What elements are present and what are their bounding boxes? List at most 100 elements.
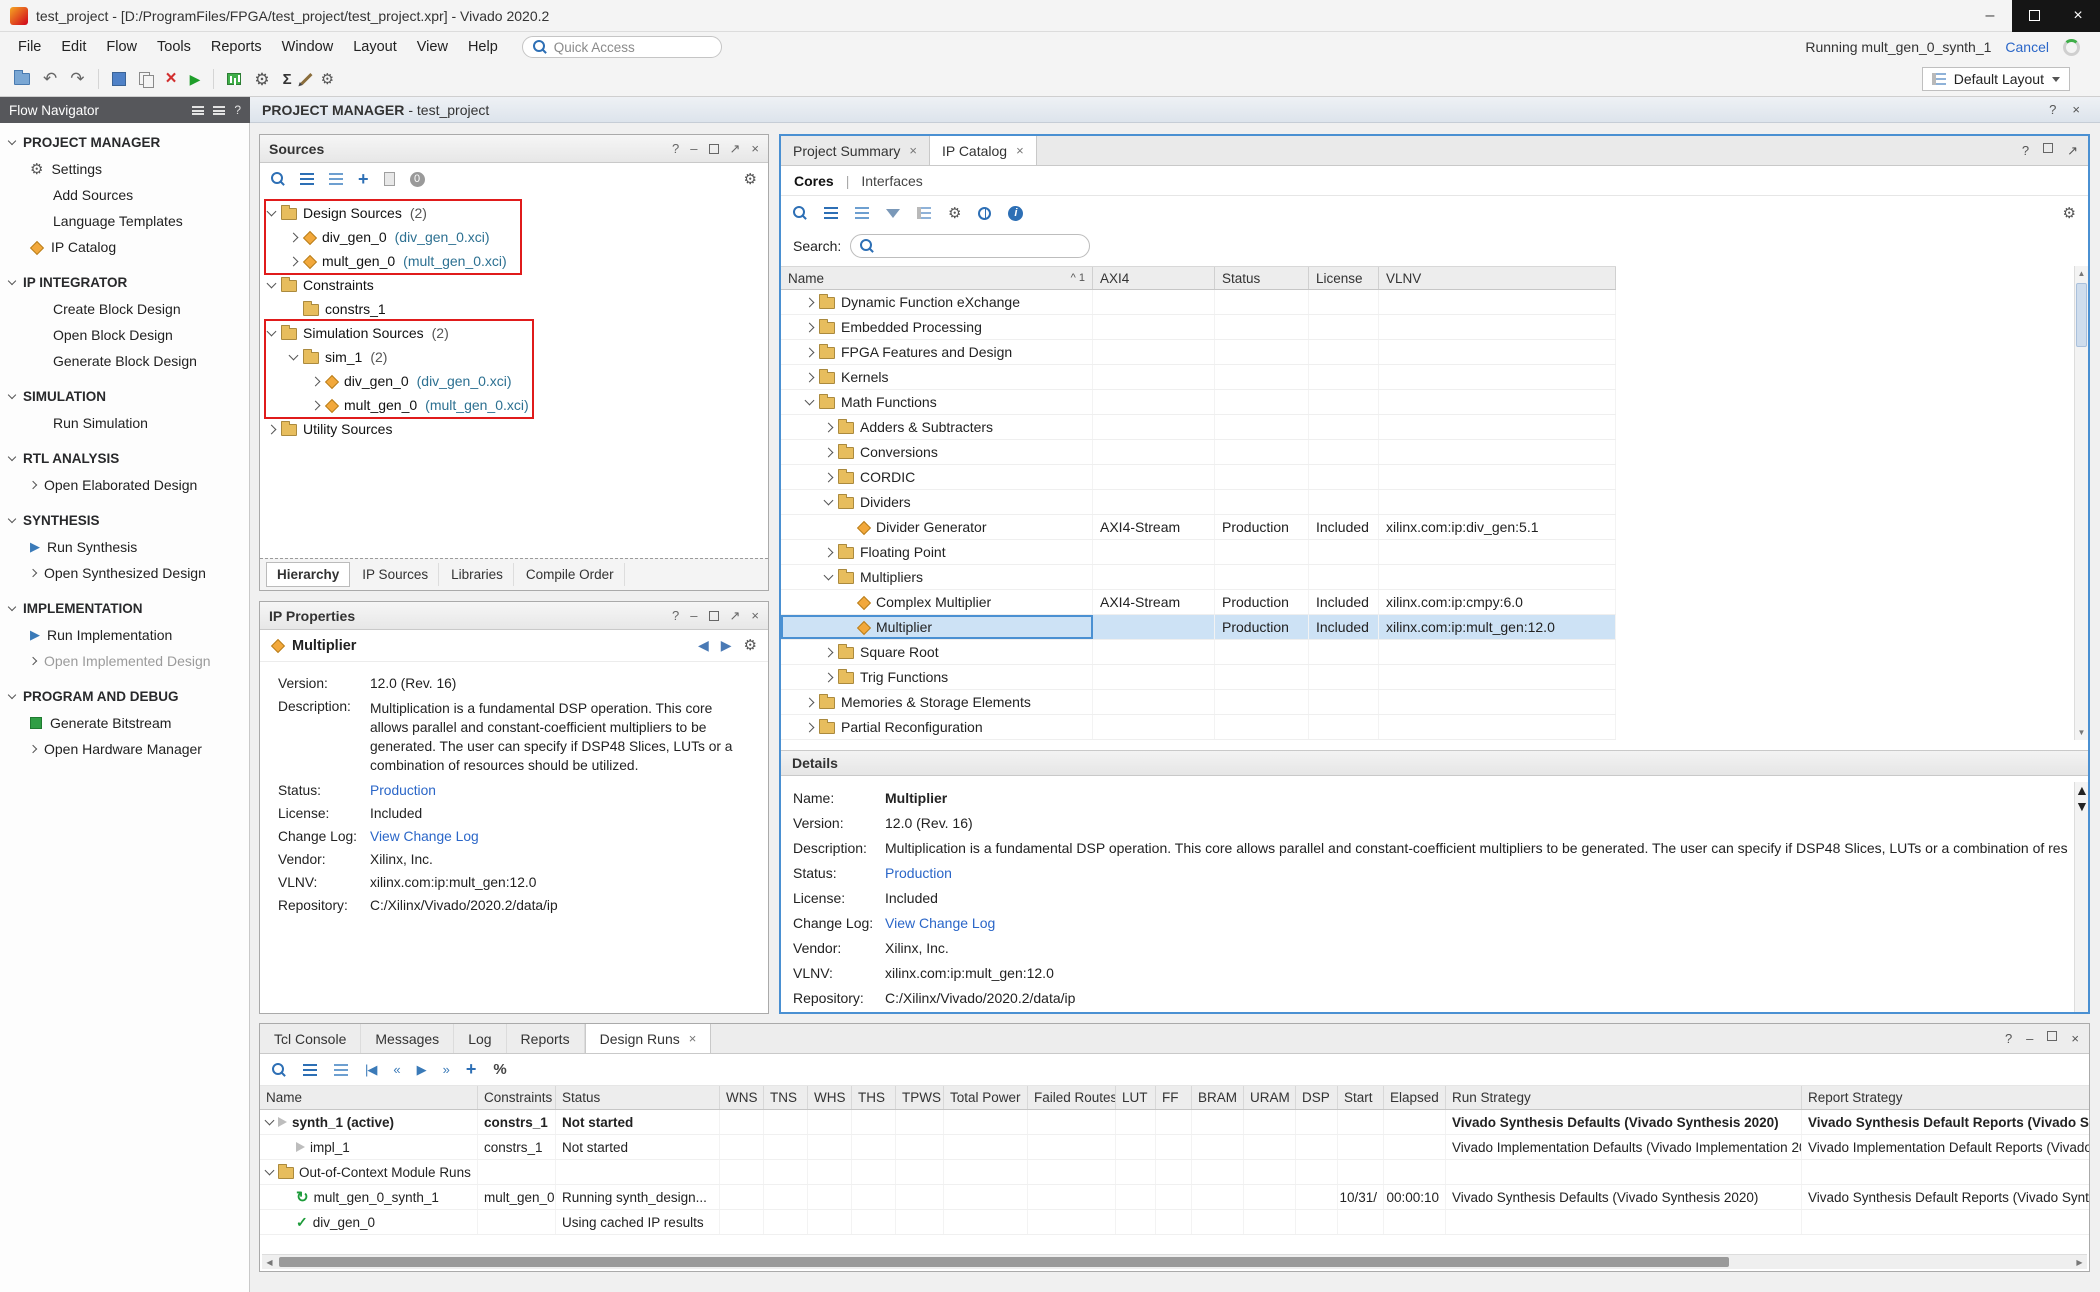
sum-icon[interactable]: Σ — [283, 71, 292, 88]
goto-start-icon[interactable]: |◀ — [365, 1062, 376, 1078]
catalog-row-dividers[interactable]: Dividers — [781, 490, 1616, 515]
chevron-down-icon[interactable] — [805, 396, 815, 406]
add-icon[interactable]: + — [358, 169, 369, 190]
nav-section-program-and-debug[interactable]: PROGRAM AND DEBUG — [0, 683, 249, 710]
run-row-div-gen-0[interactable]: ✓div_gen_0Using cached IP results — [260, 1210, 2089, 1235]
nav-item-open-implemented-design[interactable]: Open Implemented Design — [0, 648, 249, 674]
chevron-right-icon[interactable] — [824, 422, 834, 432]
settings-icon[interactable]: ⚙ — [254, 71, 269, 88]
gear-icon[interactable]: ⚙ — [744, 172, 757, 187]
nav-section-synthesis[interactable]: SYNTHESIS — [0, 507, 249, 534]
property-value[interactable]: Production — [370, 783, 436, 798]
chevron-down-icon[interactable] — [289, 351, 299, 361]
chevron-right-icon[interactable] — [805, 347, 815, 357]
float-icon[interactable]: ↗ — [730, 141, 741, 157]
nav-item-run-synthesis[interactable]: ▶Run Synthesis — [0, 534, 249, 560]
chevron-down-icon[interactable] — [824, 496, 834, 506]
collapse-all-icon[interactable] — [300, 173, 314, 185]
close-icon[interactable]: × — [751, 608, 759, 623]
nav-section-project-manager[interactable]: PROJECT MANAGER — [0, 129, 249, 156]
nav-section-implementation[interactable]: IMPLEMENTATION — [0, 595, 249, 622]
back-arrow-icon[interactable]: ◀ — [698, 637, 709, 654]
run-icon[interactable]: ▶ — [190, 71, 201, 88]
chevron-down-icon[interactable] — [267, 207, 277, 217]
cancel-link[interactable]: Cancel — [2005, 39, 2049, 55]
play-icon[interactable]: ▶ — [417, 1062, 426, 1078]
undo-icon[interactable]: ↶ — [43, 69, 57, 89]
minimize-icon[interactable]: – — [2026, 1031, 2033, 1046]
search-icon[interactable] — [272, 1063, 286, 1077]
sources-tab-libraries[interactable]: Libraries — [441, 563, 514, 586]
catalog-row-dynamic-function-exchange[interactable]: Dynamic Function eXchange — [781, 290, 1616, 315]
column-header-whs[interactable]: WHS — [808, 1086, 852, 1109]
catalog-scrollbar[interactable]: ▲ ▼ — [2074, 266, 2088, 740]
close-icon[interactable]: × — [2071, 1031, 2079, 1046]
maximize-icon[interactable] — [709, 144, 719, 154]
redo-icon[interactable]: ↷ — [70, 69, 84, 89]
chevron-right-icon[interactable] — [824, 647, 834, 657]
chevron-down-icon[interactable] — [267, 279, 277, 289]
nav-item-generate-bitstream[interactable]: Generate Bitstream — [0, 710, 249, 736]
nav-section-ip-integrator[interactable]: IP INTEGRATOR — [0, 269, 249, 296]
horizontal-scrollbar[interactable]: ◀ ▶ — [262, 1254, 2087, 1269]
column-header-uram[interactable]: URAM — [1244, 1086, 1296, 1109]
delete-icon[interactable]: × — [166, 68, 177, 90]
close-icon[interactable]: × — [689, 1031, 697, 1046]
nav-item-run-simulation[interactable]: Run Simulation — [0, 410, 249, 436]
minimize-icon[interactable]: – — [690, 141, 697, 156]
column-header-elapsed[interactable]: Elapsed — [1384, 1086, 1446, 1109]
close-icon[interactable]: × — [909, 143, 917, 158]
expand-all-icon[interactable] — [855, 207, 869, 219]
help-icon[interactable]: ? — [672, 141, 679, 156]
sources-tab-ip-sources[interactable]: IP Sources — [352, 563, 439, 586]
help-icon[interactable]: ? — [2022, 143, 2029, 159]
nav-section-rtl-analysis[interactable]: RTL ANALYSIS — [0, 445, 249, 472]
scrollbar-thumb[interactable] — [2076, 283, 2087, 347]
collapse-all-icon[interactable] — [824, 207, 838, 219]
catalog-row-divider-generator[interactable]: Divider GeneratorAXI4-StreamProductionIn… — [781, 515, 1616, 540]
scroll-down-icon[interactable]: ▼ — [2075, 725, 2088, 740]
subtab-interfaces[interactable]: Interfaces — [861, 173, 922, 189]
chevron-right-icon[interactable] — [805, 697, 815, 707]
column-header-constraints[interactable]: Constraints — [478, 1086, 556, 1109]
maximize-icon[interactable]: ↗ — [2067, 143, 2078, 159]
menu-flow[interactable]: Flow — [96, 35, 147, 59]
catalog-row-cordic[interactable]: CORDIC — [781, 465, 1616, 490]
nav-section-simulation[interactable]: SIMULATION — [0, 383, 249, 410]
menu-view[interactable]: View — [407, 35, 458, 59]
catalog-row-multipliers[interactable]: Multipliers — [781, 565, 1616, 590]
step-back-icon[interactable]: « — [393, 1062, 399, 1077]
tree-item-constrs-1[interactable]: constrs_1 — [260, 297, 768, 321]
column-header-name[interactable]: Name^ 1 — [781, 267, 1093, 289]
expand-all-icon[interactable] — [329, 173, 343, 185]
column-header-ths[interactable]: THS — [852, 1086, 896, 1109]
column-header-wns[interactable]: WNS — [720, 1086, 764, 1109]
sources-panel-header[interactable]: Sources ?–↗× — [260, 135, 768, 163]
bottom-tab-design-runs[interactable]: Design Runs× — [585, 1024, 712, 1053]
tree-item-simulation-sources[interactable]: Simulation Sources (2) — [260, 321, 768, 345]
chevron-down-icon[interactable] — [824, 571, 834, 581]
bottom-tab-reports[interactable]: Reports — [507, 1024, 585, 1053]
maximize-button[interactable] — [2012, 0, 2056, 32]
column-header-name[interactable]: Name — [260, 1086, 478, 1109]
quick-access-search[interactable]: Quick Access — [522, 36, 722, 58]
maximize-icon[interactable] — [2047, 1031, 2057, 1041]
dashboard-icon[interactable] — [227, 73, 241, 85]
tree-item-constraints[interactable]: Constraints — [260, 273, 768, 297]
chevron-down-icon[interactable] — [265, 1166, 275, 1176]
chevron-right-icon[interactable] — [805, 297, 815, 307]
ip-properties-header[interactable]: IP Properties ?–↗× — [260, 602, 768, 630]
menu-layout[interactable]: Layout — [343, 35, 407, 59]
gear-icon[interactable]: ⚙ — [744, 638, 757, 653]
forward-arrow-icon[interactable]: ▶ — [721, 637, 732, 654]
tree-item-mult-gen-0[interactable]: mult_gen_0 (mult_gen_0.xci) — [260, 393, 768, 417]
minimize-button[interactable]: – — [1968, 0, 2012, 32]
help-icon[interactable]: ? — [2005, 1031, 2012, 1046]
group-icon[interactable] — [917, 207, 931, 219]
open-project-icon[interactable] — [14, 73, 30, 85]
wrench-icon[interactable]: ⚙ — [948, 206, 961, 221]
chevron-right-icon[interactable] — [805, 372, 815, 382]
catalog-row-math-functions[interactable]: Math Functions — [781, 390, 1616, 415]
chevron-right-icon[interactable] — [267, 424, 277, 434]
column-header-status[interactable]: Status — [1215, 267, 1309, 289]
